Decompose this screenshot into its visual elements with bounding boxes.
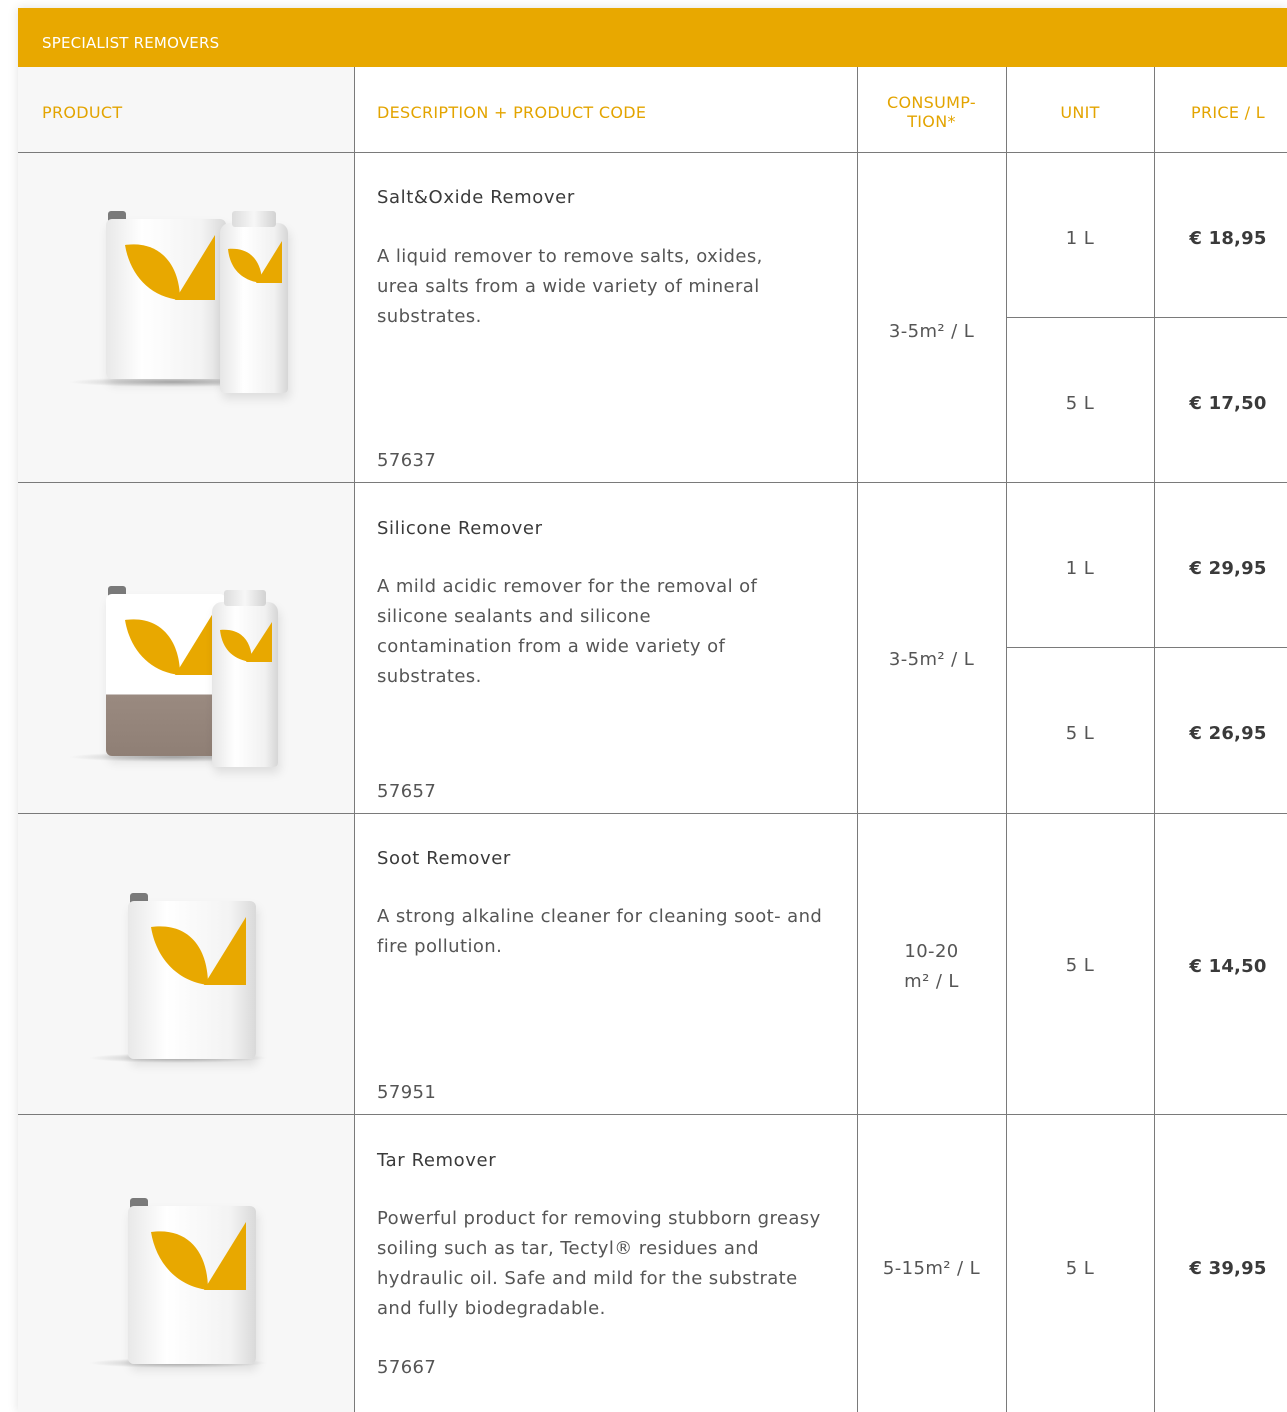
column-header-unit: UNIT	[1060, 103, 1100, 122]
divider	[18, 482, 1287, 483]
section-title: SPECIALIST REMOVERS	[42, 34, 220, 52]
product-code: 57657	[377, 781, 437, 802]
divider	[1006, 317, 1287, 318]
column-header-consumption: CONSUMP- TION*	[857, 93, 1006, 131]
product-code: 57667	[377, 1357, 437, 1378]
price-table: PRODUCT DESCRIPTION + PRODUCT CODE CONSU…	[18, 67, 1287, 1412]
section-banner: SPECIALIST REMOVERS	[18, 8, 1287, 67]
product-description: Powerful product for removing stubborn g…	[377, 1208, 821, 1319]
divider	[1006, 647, 1287, 648]
divider	[857, 67, 858, 1412]
product-code: 57951	[377, 1082, 437, 1103]
divider	[18, 1114, 1287, 1115]
consumption-header-line1: CONSUMP-	[887, 93, 976, 112]
unit-value: 5 L	[1065, 1258, 1095, 1279]
product-name: Tar Remover	[377, 1150, 497, 1171]
product-name: Salt&Oxide Remover	[377, 187, 575, 208]
price-value: € 29,95	[1189, 558, 1267, 579]
price-value: € 14,50	[1189, 956, 1267, 977]
consumption-line1: 10-20	[904, 941, 959, 962]
unit-value: 1 L	[1065, 228, 1095, 249]
unit-value: 5 L	[1065, 393, 1095, 414]
product-image-tar	[88, 1192, 288, 1392]
price-value: € 18,95	[1189, 228, 1267, 249]
column-header-description: DESCRIPTION + PRODUCT CODE	[377, 103, 647, 122]
product-name: Silicone Remover	[377, 518, 543, 539]
product-image-salt-oxide	[68, 205, 298, 425]
column-header-product: PRODUCT	[42, 103, 123, 122]
consumption-value: 5-15m² / L	[882, 1258, 981, 1279]
column-header-price: PRICE / L	[1191, 103, 1265, 122]
unit-value: 1 L	[1065, 558, 1095, 579]
consumption-line2: m² / L	[904, 971, 959, 992]
product-description: A mild acidic remover for the removal of…	[377, 576, 758, 687]
product-image-soot	[88, 887, 288, 1087]
consumption-header-line2: TION*	[907, 112, 956, 131]
price-value: € 26,95	[1189, 723, 1267, 744]
product-name: Soot Remover	[377, 848, 511, 869]
consumption-value: 3-5m² / L	[888, 649, 975, 670]
price-table-panel: SPECIALIST REMOVERS PRODUCT DESCRIPTION …	[18, 8, 1287, 1412]
unit-value: 5 L	[1065, 723, 1095, 744]
product-description: A liquid remover to remove salts, oxides…	[377, 246, 763, 327]
price-value: € 17,50	[1189, 393, 1267, 414]
product-description: A strong alkaline cleaner for cleaning s…	[377, 906, 823, 957]
product-code: 57637	[377, 450, 437, 471]
unit-value: 5 L	[1065, 955, 1095, 976]
price-value: € 39,95	[1189, 1258, 1267, 1279]
divider	[18, 152, 1287, 153]
divider	[18, 813, 1287, 814]
consumption-value: 3-5m² / L	[888, 321, 975, 342]
consumption-value: 10-20 m² / L	[857, 937, 1006, 997]
divider	[354, 67, 355, 1412]
product-image-silicone	[68, 582, 298, 802]
